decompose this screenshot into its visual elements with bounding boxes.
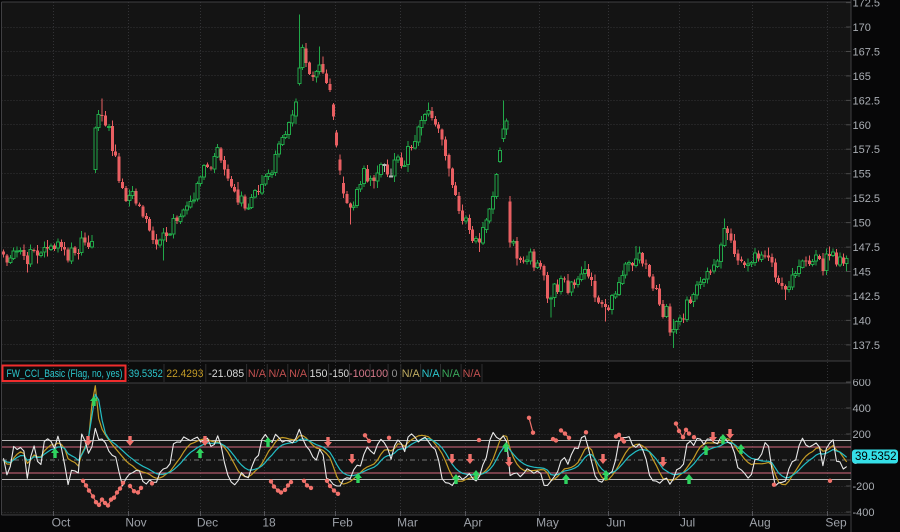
svg-text:-21.085: -21.085 xyxy=(208,368,244,380)
svg-text:Mar: Mar xyxy=(397,516,418,530)
svg-text:Jun: Jun xyxy=(606,516,625,530)
svg-text:167.5: 167.5 xyxy=(853,47,881,59)
svg-text:-400: -400 xyxy=(853,507,875,519)
svg-text:0: 0 xyxy=(391,368,397,380)
svg-text:May: May xyxy=(536,516,559,530)
svg-text:N/A: N/A xyxy=(248,368,267,380)
svg-text:147.5: 147.5 xyxy=(853,242,881,254)
svg-text:N/A: N/A xyxy=(463,368,482,380)
svg-text:152.5: 152.5 xyxy=(853,193,881,205)
svg-text:157.5: 157.5 xyxy=(853,144,881,156)
svg-text:39.5352: 39.5352 xyxy=(855,451,897,463)
svg-text:-150: -150 xyxy=(329,368,349,380)
svg-text:170: 170 xyxy=(853,22,871,34)
svg-text:145: 145 xyxy=(853,267,871,279)
svg-text:Sep: Sep xyxy=(825,516,847,530)
svg-text:Oct: Oct xyxy=(52,516,71,530)
svg-text:-200: -200 xyxy=(853,481,875,493)
svg-text:150: 150 xyxy=(309,368,327,380)
svg-text:Apr: Apr xyxy=(464,516,483,530)
svg-text:FW_CCI_Basic (Flag, no, yes): FW_CCI_Basic (Flag, no, yes) xyxy=(7,368,123,380)
svg-text:18: 18 xyxy=(262,516,276,530)
svg-text:162.5: 162.5 xyxy=(853,95,881,107)
svg-text:N/A: N/A xyxy=(442,368,461,380)
svg-text:155: 155 xyxy=(853,169,871,181)
svg-text:165: 165 xyxy=(853,71,871,83)
svg-text:137.5: 137.5 xyxy=(853,340,881,352)
svg-text:160: 160 xyxy=(853,120,871,132)
svg-text:22.4293: 22.4293 xyxy=(166,368,203,380)
svg-text:N/A: N/A xyxy=(289,368,308,380)
svg-text:N/A: N/A xyxy=(402,368,421,380)
svg-text:N/A: N/A xyxy=(422,368,441,380)
svg-text:Feb: Feb xyxy=(332,516,353,530)
svg-text:Dec: Dec xyxy=(197,516,218,530)
svg-text:400: 400 xyxy=(853,403,871,415)
svg-text:172.5: 172.5 xyxy=(853,0,881,10)
svg-text:200: 200 xyxy=(853,429,871,441)
svg-text:N/A: N/A xyxy=(269,368,288,380)
svg-text:-100: -100 xyxy=(349,368,371,380)
svg-text:150: 150 xyxy=(853,218,871,230)
svg-text:140: 140 xyxy=(853,315,871,327)
svg-text:Jul: Jul xyxy=(680,516,695,530)
svg-text:100: 100 xyxy=(370,368,388,380)
svg-text:Aug: Aug xyxy=(749,516,770,530)
svg-text:142.5: 142.5 xyxy=(853,291,881,303)
svg-text:Nov: Nov xyxy=(125,516,146,530)
svg-text:39.5352: 39.5352 xyxy=(129,368,163,380)
